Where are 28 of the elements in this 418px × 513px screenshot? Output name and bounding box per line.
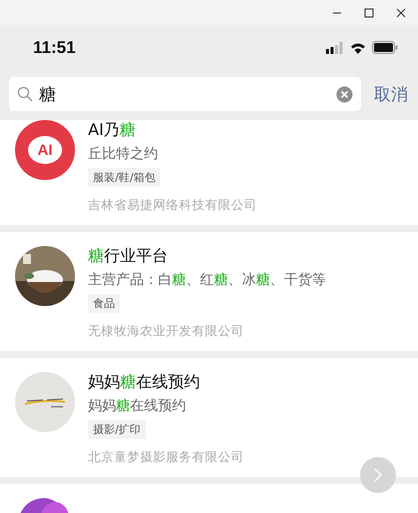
- category-tag: 服装/鞋/箱包: [88, 168, 160, 187]
- search-icon: [17, 86, 33, 102]
- result-title: 糖行业平台: [88, 246, 169, 267]
- chevron-right-icon: [373, 467, 383, 483]
- maximize-icon[interactable]: [364, 8, 374, 18]
- result-card[interactable]: 妈妈糖在线预约 妈妈糖在线预约 摄影/扩印 北京童梦摄影服务有限公司: [0, 358, 418, 477]
- cancel-button[interactable]: 取消: [374, 82, 408, 106]
- result-subtitle: 妈妈糖在线预约: [88, 397, 187, 415]
- category-tag: 摄影/扩印: [88, 420, 146, 439]
- result-card[interactable]: AI AI乃糖 丘比特之约 服装/鞋/箱包 吉林省易捷网络科技有限公司: [0, 120, 418, 225]
- company-name: 吉林省易捷网络科技有限公司: [88, 197, 257, 214]
- battery-icon: [372, 41, 398, 54]
- result-title: 妈妈糖在线预约: [88, 372, 201, 393]
- company-name: 北京童梦摄影服务有限公司: [88, 449, 244, 466]
- category-tag: 食品: [88, 294, 120, 313]
- company-name: 无棣牧海农业开发有限公司: [88, 323, 245, 340]
- result-title: AI乃糖: [88, 120, 137, 141]
- result-card[interactable]: 糖行业平台 主营产品：白糖、红糖、冰糖、干货等 食品 无棣牧海农业开发有限公司: [0, 232, 418, 351]
- clear-icon[interactable]: [336, 86, 353, 102]
- status-time: 11:51: [33, 38, 76, 58]
- result-subtitle: 主营产品：白糖、红糖、冰糖、干货等: [88, 271, 326, 289]
- close-icon[interactable]: [396, 8, 406, 18]
- search-bar[interactable]: 糖: [9, 77, 361, 111]
- signal-icon: [326, 42, 344, 54]
- ai-logo-icon: AI: [15, 120, 75, 180]
- result-subtitle: 丘比特之约: [88, 145, 159, 163]
- wifi-icon: [350, 42, 366, 54]
- search-input[interactable]: 糖: [39, 84, 330, 104]
